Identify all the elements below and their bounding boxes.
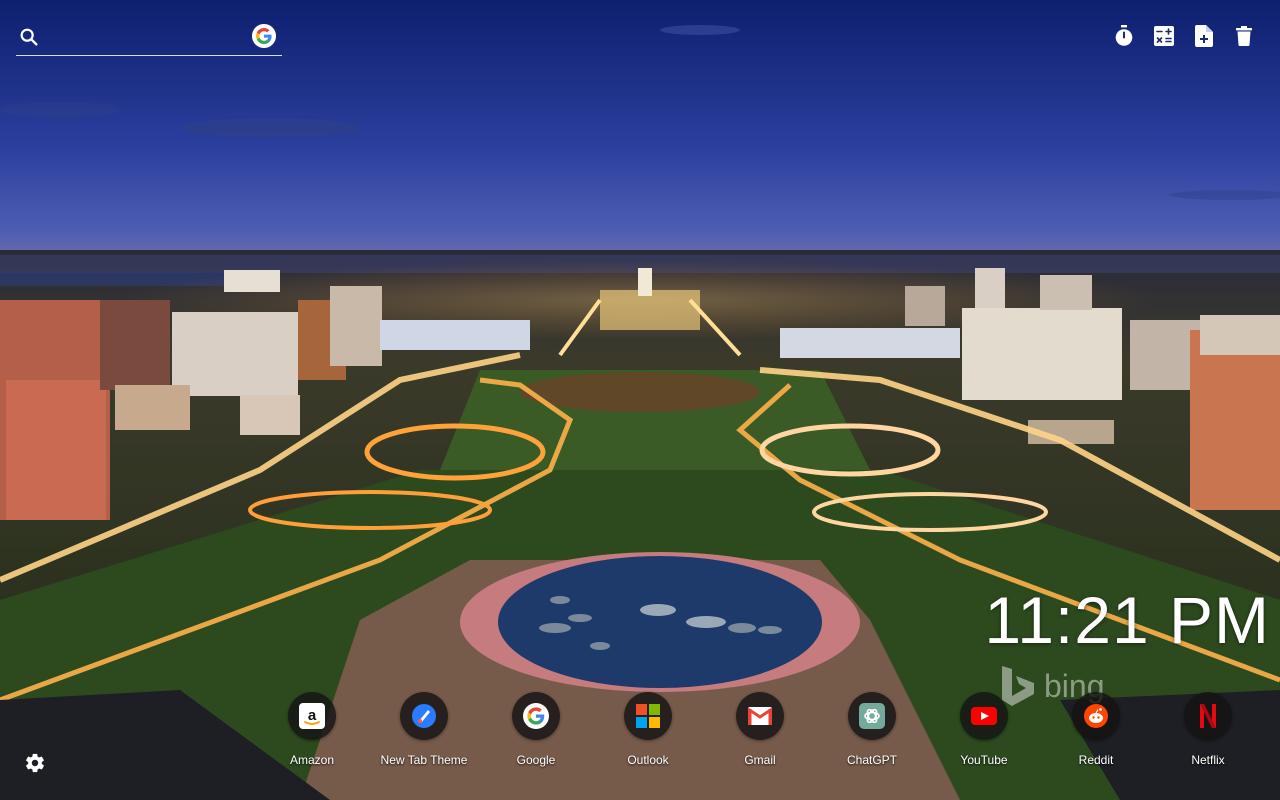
search-underline [16,55,282,56]
shortcut-outlook[interactable]: Outlook [592,692,704,767]
shortcut-icon-wrapper [1184,692,1232,740]
shortcut-icon-wrapper [624,692,672,740]
shortcut-netflix[interactable]: Netflix [1152,692,1264,767]
shortcut-label: Amazon [289,753,335,767]
shortcut-chatgpt[interactable]: ChatGPT [816,692,928,767]
shortcut-label: Reddit [1078,753,1114,767]
timer-button[interactable] [1112,24,1136,48]
shortcut-icon-wrapper [1072,692,1120,740]
gmail-icon [748,707,772,725]
shortcut-label: YouTube [960,753,1008,767]
shortcut-label: New Tab Theme [380,753,468,767]
shortcut-icon-wrapper [848,692,896,740]
microsoft-icon [636,704,660,728]
calculator-icon [1154,26,1174,46]
gear-icon [26,753,44,773]
shortcut-icon-wrapper [960,692,1008,740]
shortcut-label: Outlook [627,753,669,767]
youtube-icon [971,707,997,725]
search-bar [16,20,282,56]
shortcut-label: Netflix [1191,753,1225,767]
top-toolbar [1112,24,1256,48]
reddit-icon [1084,704,1108,728]
trash-icon [1236,26,1252,46]
shortcut-label: Google [516,753,556,767]
svg-text:a: a [308,707,317,724]
netflix-icon [1200,704,1216,728]
shortcut-amazon[interactable]: a Amazon [256,692,368,767]
shortcut-label: Gmail [744,753,776,767]
search-input[interactable] [48,24,252,52]
shortcut-icon-wrapper [736,692,784,740]
delete-button[interactable] [1232,24,1256,48]
settings-button[interactable] [24,752,48,776]
stopwatch-icon [1115,25,1133,46]
shortcut-label: ChatGPT [846,753,897,767]
note-add-icon [1195,25,1213,47]
shortcut-youtube[interactable]: YouTube [928,692,1040,767]
shortcut-reddit[interactable]: Reddit [1040,692,1152,767]
shortcut-icon-wrapper [400,692,448,740]
shortcut-icon-wrapper [512,692,560,740]
shortcut-google[interactable]: Google [480,692,592,767]
google-icon [523,703,549,729]
shortcut-gmail[interactable]: Gmail [704,692,816,767]
amazon-icon: a [299,703,325,729]
google-engine-icon[interactable] [252,24,276,48]
search-icon[interactable] [18,26,40,48]
chatgpt-icon [859,703,885,729]
calculator-button[interactable] [1152,24,1176,48]
new-tab-theme-icon [412,704,436,728]
shortcuts-bar: a Amazon New Tab Theme Google Outlook Gm… [256,692,1236,772]
clock-time: 11:21 PM [984,583,1270,657]
shortcut-new-tab-theme[interactable]: New Tab Theme [368,692,480,767]
new-note-button[interactable] [1192,24,1216,48]
shortcut-icon-wrapper: a [288,692,336,740]
